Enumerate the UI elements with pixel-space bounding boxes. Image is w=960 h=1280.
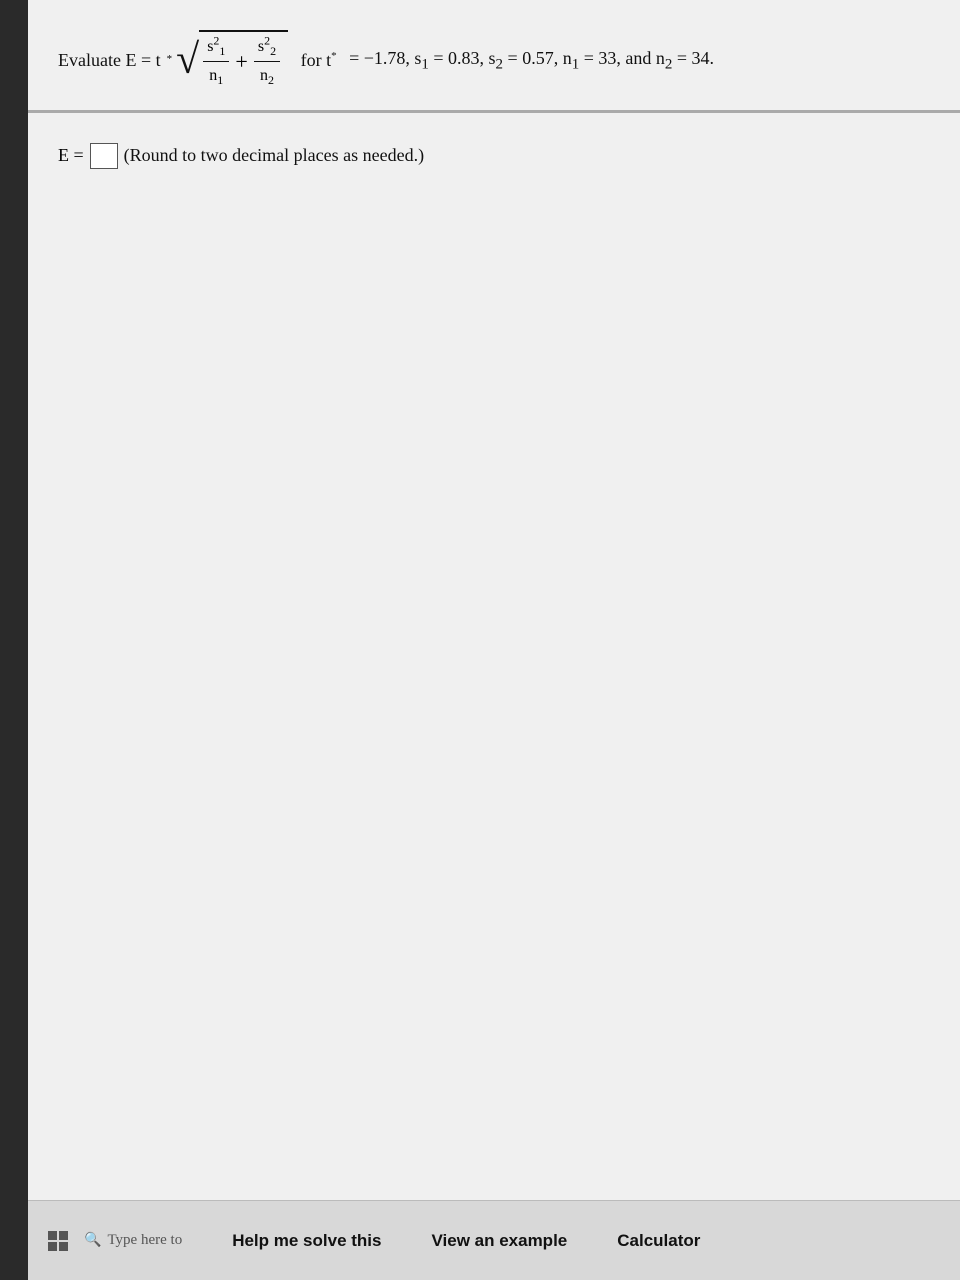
evaluate-label: Evaluate E = t <box>58 46 161 75</box>
answer-row: E = (Round to two decimal places as need… <box>58 143 930 169</box>
fraction-s1-denominator: n1 <box>205 62 227 89</box>
s2-sub: 2 <box>270 44 276 58</box>
problem-section: Evaluate E = t * √ s21 n1 + s22 n2 <box>28 0 960 111</box>
windows-icon[interactable] <box>48 1231 68 1251</box>
radical-content: s21 n1 + s22 n2 <box>199 30 288 90</box>
answer-label: E = <box>58 145 84 166</box>
fraction-s2-numerator: s22 <box>254 34 280 62</box>
answer-hint: (Round to two decimal places as needed.) <box>124 145 424 166</box>
main-content: Evaluate E = t * √ s21 n1 + s22 n2 <box>28 0 960 1280</box>
answer-section: E = (Round to two decimal places as need… <box>28 113 960 189</box>
t-asterisk: * <box>331 50 337 62</box>
view-example-button[interactable]: View an example <box>431 1231 567 1251</box>
empty-area <box>28 189 960 1280</box>
fraction-s1-numerator: s21 <box>203 34 229 62</box>
fraction-s1: s21 n1 <box>203 34 229 88</box>
fraction-s2-denominator: n2 <box>256 62 278 89</box>
radical-wrapper: √ s21 n1 + s22 n2 <box>176 30 288 90</box>
taskbar-left: 🔍 Type here to <box>48 1231 182 1251</box>
n2-sub: 2 <box>268 73 274 87</box>
asterisk-symbol: * <box>167 51 173 69</box>
search-placeholder: Type here to <box>107 1232 182 1249</box>
plus-sign: + <box>235 34 247 88</box>
for-t-label: for t* <box>296 46 337 75</box>
taskbar: 🔍 Type here to Help me solve this View a… <box>28 1200 960 1280</box>
problem-row: Evaluate E = t * √ s21 n1 + s22 n2 <box>58 30 930 90</box>
calculator-button[interactable]: Calculator <box>617 1231 700 1251</box>
conditions-text: = −1.78, s1 = 0.83, s2 = 0.57, n1 = 33, … <box>345 44 714 77</box>
search-icon: 🔍 <box>84 1232 101 1249</box>
search-bar[interactable]: 🔍 Type here to <box>84 1232 182 1249</box>
answer-input-box[interactable] <box>90 143 118 169</box>
help-solve-button[interactable]: Help me solve this <box>232 1231 381 1251</box>
left-sidebar <box>0 0 28 1280</box>
n1-sub: 1 <box>217 73 223 87</box>
bottom-buttons: Help me solve this View an example Calcu… <box>232 1231 700 1251</box>
radical-symbol: √ <box>176 39 199 81</box>
fraction-s2: s22 n2 <box>254 34 280 88</box>
s1-sub: 1 <box>219 44 225 58</box>
